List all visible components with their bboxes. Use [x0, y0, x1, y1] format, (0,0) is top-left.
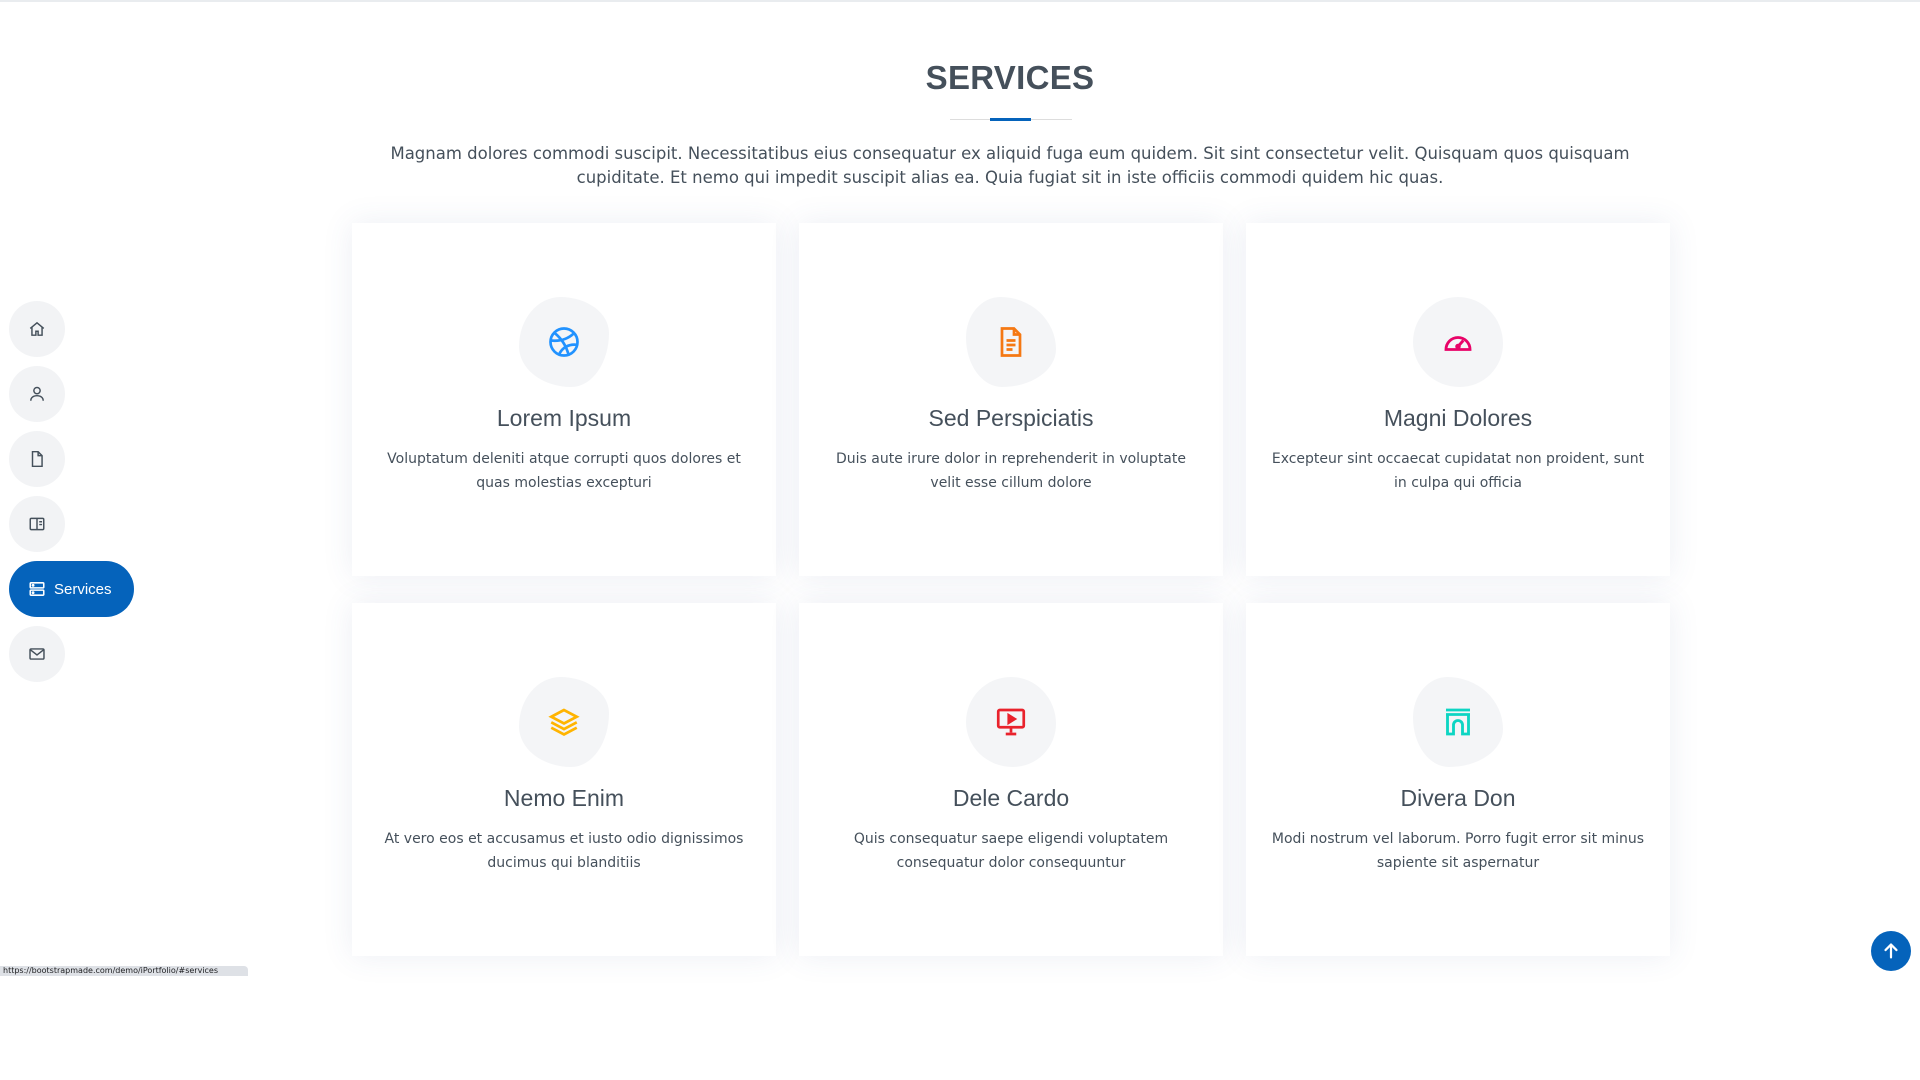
icon-blob — [519, 297, 609, 387]
file-icon — [31, 450, 43, 468]
service-title: Magni Dolores — [1383, 405, 1533, 431]
server-icon — [29, 582, 45, 596]
arrow-up-icon — [1884, 943, 1898, 959]
easel-icon — [996, 708, 1026, 736]
service-title: Lorem Ipsum — [496, 405, 632, 431]
section-description: Magnam dolores commodi suscipit. Necessi… — [390, 144, 1630, 187]
layers-icon — [548, 708, 580, 736]
status-url: https://bootstrapmade.com/demo/iPortfoli… — [3, 966, 219, 975]
service-text: Voluptatum deleniti atque corrupti quos … — [387, 451, 741, 491]
service-card[interactable]: Sed Perspiciatis Duis aute irure dolor i… — [799, 223, 1223, 576]
nav-item-contact[interactable] — [9, 626, 65, 682]
nav-item-label: Services — [54, 580, 112, 598]
icon-blob — [966, 297, 1056, 387]
service-text: Modi nostrum vel laborum. Porro fugit er… — [1271, 831, 1645, 871]
service-title: Sed Perspiciatis — [928, 405, 1094, 431]
section-title: SERVICES — [925, 59, 1095, 96]
service-text: Excepteur sint occaecat cupidatat non pr… — [1271, 451, 1645, 491]
title-accent-bar — [990, 118, 1031, 121]
service-card[interactable]: Lorem Ipsum Voluptatum deleniti atque co… — [352, 223, 776, 576]
book-half-icon — [29, 517, 45, 531]
dribbble-icon — [549, 327, 579, 357]
person-icon — [30, 386, 44, 401]
icon-blob — [1413, 677, 1503, 767]
nav-item-about[interactable] — [9, 366, 65, 422]
speedometer-icon — [1444, 336, 1472, 351]
service-card[interactable]: Dele Cardo Quis consequatur saepe eligen… — [799, 603, 1223, 956]
icon-blob — [966, 677, 1056, 767]
service-card[interactable]: Divera Don Modi nostrum vel laborum. Por… — [1246, 603, 1670, 956]
envelope-icon — [29, 648, 45, 660]
icon-blob — [519, 677, 609, 767]
house-icon — [29, 321, 45, 336]
nav-item-resume[interactable] — [9, 431, 65, 487]
service-card[interactable]: Nemo Enim At vero eos et accusamus et iu… — [352, 603, 776, 956]
nav-item-services[interactable]: Services — [9, 561, 134, 617]
file-text-icon — [1000, 327, 1022, 357]
service-text: Duis aute irure dolor in reprehenderit i… — [836, 451, 1186, 491]
service-card[interactable]: Magni Dolores Excepteur sint occaecat cu… — [1246, 223, 1670, 576]
nav-item-home[interactable] — [9, 301, 65, 357]
top-border — [0, 0, 1920, 2]
service-text: Quis consequatur saepe eligendi voluptat… — [853, 831, 1169, 871]
nav-item-portfolio[interactable] — [9, 496, 65, 552]
service-title: Divera Don — [1400, 785, 1516, 811]
archway-icon — [1446, 708, 1470, 736]
icon-blob — [1413, 297, 1503, 387]
service-title: Dele Cardo — [952, 785, 1070, 811]
service-text: At vero eos et accusamus et iusto odio d… — [384, 831, 744, 871]
service-title: Nemo Enim — [503, 785, 625, 811]
back-to-top-button[interactable] — [1871, 931, 1911, 971]
status-bar: https://bootstrapmade.com/demo/iPortfoli… — [0, 966, 248, 976]
